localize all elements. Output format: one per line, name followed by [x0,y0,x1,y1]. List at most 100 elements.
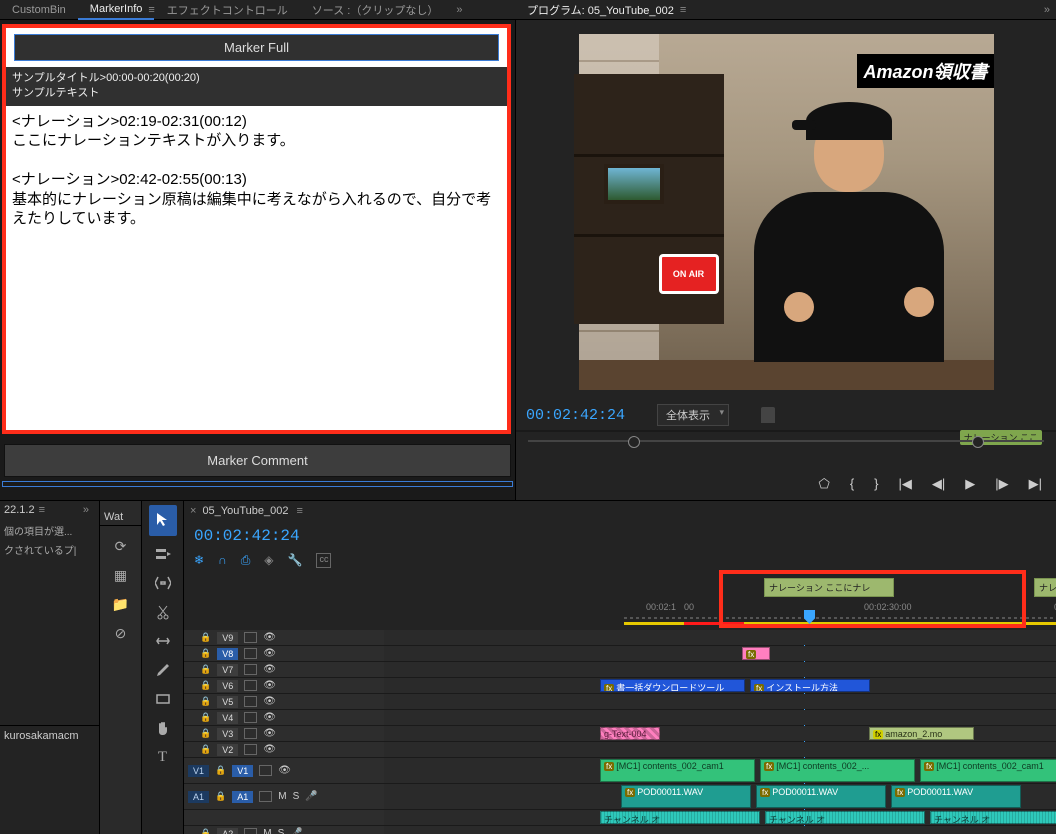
source-patch[interactable]: A1 [188,791,209,803]
lock-icon[interactable]: 🔒 [200,728,211,739]
clip[interactable]: fxPOD00011.WAV [621,785,751,808]
track-label[interactable]: V5 [217,696,238,708]
clip[interactable]: fx[MC1] contents_002_... [760,759,915,782]
clip[interactable]: fxamazon_2.mo [869,727,974,740]
track-label[interactable]: V8 [217,648,238,660]
clip[interactable]: fxPOD00011.WAV [891,785,1021,808]
transport-step-fwd-icon[interactable]: |▶ [995,476,1008,492]
lock-icon[interactable]: 🔒 [200,696,211,707]
marker-full-button[interactable]: Marker Full [14,34,499,61]
clip[interactable]: fxインストール方法 [750,679,870,692]
track-label[interactable]: A1 [232,791,253,803]
refresh-icon[interactable]: ⟳ [115,538,127,555]
tab-effect-control[interactable]: エフェクトコントロール [155,0,300,21]
clip[interactable]: fx[MC1] contents_002_cam1 [600,759,755,782]
track-label[interactable]: V1 [232,765,253,777]
track-toggle[interactable] [244,648,257,659]
timeline-tracks[interactable]: 🔒V9👁🔒V8👁fx🔒V7👁🔒V6👁fx書一括ダウンロードツールfxインストール… [184,630,1056,834]
tab-custombin[interactable]: CustomBin [0,1,78,19]
hand-tool-icon[interactable] [155,720,171,739]
wat-tab[interactable]: Wat [100,509,141,526]
safe-margins-icon[interactable] [761,407,775,423]
type-tool-icon[interactable]: T [158,749,167,766]
slip-tool-icon[interactable] [155,633,171,652]
solo-icon[interactable]: S [278,828,285,834]
transport-in-icon[interactable]: { [850,476,854,492]
program-menu-icon[interactable]: ≡ [680,4,686,16]
track-toggle[interactable] [244,744,257,755]
lock-icon[interactable]: 🔒 [200,712,211,723]
track-toggle[interactable] [244,728,257,739]
clip[interactable]: g-Text-004 [600,727,660,740]
clip[interactable]: チャンネル オ [600,811,760,824]
eye-icon[interactable]: 👁 [263,712,276,723]
program-tab[interactable]: プログラム: 05_YouTube_002 [515,0,686,21]
track-toggle[interactable] [244,680,257,691]
solo-icon[interactable]: S [293,791,300,802]
program-overflow-icon[interactable]: » [1038,4,1056,16]
marker-comment-button[interactable]: Marker Comment [4,444,511,477]
transport-add-marker-icon[interactable]: ⬠ [819,476,830,492]
snap-icon[interactable]: ❄ [194,553,204,568]
eye-icon[interactable]: 👁 [263,664,276,675]
track-label[interactable]: V3 [217,728,238,740]
sequence-timecode[interactable]: 00:02:42:24 [184,527,310,545]
track-label[interactable]: A2 [217,828,238,834]
track-toggle[interactable] [244,712,257,723]
lock-icon[interactable]: 🔒 [200,680,211,691]
track-toggle[interactable] [259,791,272,802]
ripple-edit-tool-icon[interactable] [155,575,171,594]
mute-icon[interactable]: M [278,791,286,802]
linked-selection-icon[interactable]: ⎙ [241,553,251,568]
wrench-icon[interactable]: 🔧 [288,553,303,568]
eye-icon[interactable]: 👁 [263,632,276,643]
disable-icon[interactable]: ⊘ [115,625,127,642]
magnet-icon[interactable]: ∩ [218,553,227,568]
tab-markerinfo[interactable]: MarkerInfo [78,0,155,20]
track-label[interactable]: V4 [217,712,238,724]
sequence-name[interactable]: 05_YouTube_002 [202,505,288,517]
rectangle-tool-icon[interactable] [155,691,171,710]
lock-icon[interactable]: 🔒 [215,765,226,776]
track-label[interactable]: V6 [217,680,238,692]
lock-icon[interactable]: 🔒 [200,648,211,659]
clip[interactable]: fx [742,647,770,660]
eye-icon[interactable]: 👁 [263,648,276,659]
marker-tool-icon[interactable]: ◈ [264,553,273,568]
project-tab[interactable]: 22.1.2 [4,504,35,516]
clip[interactable]: チャンネル オ [765,811,925,824]
eye-icon[interactable]: 👁 [263,728,276,739]
lock-icon[interactable]: 🔒 [200,632,211,643]
track-label[interactable]: V2 [217,744,238,756]
mute-icon[interactable]: M [263,828,271,834]
track-toggle[interactable] [244,828,257,834]
source-patch[interactable]: V1 [188,765,209,777]
voiceover-icon[interactable]: 🎤 [305,791,317,802]
clip[interactable]: チャンネル オ [930,811,1056,824]
clip[interactable]: fxPOD00011.WAV [756,785,886,808]
transport-goto-out-icon[interactable]: ▶| [1029,476,1042,492]
track-toggle[interactable] [244,664,257,675]
lock-icon[interactable]: 🔒 [215,791,226,802]
project-overflow-icon[interactable]: » [77,504,95,516]
ruler-marker[interactable]: ナレーション 基本的にナレ [1034,578,1056,597]
voiceover-icon[interactable]: 🎤 [290,828,302,834]
track-toggle[interactable] [244,632,257,643]
selection-tool-icon[interactable] [149,505,177,536]
transport-step-back-icon[interactable]: ◀| [932,476,945,492]
lock-icon[interactable]: 🔒 [200,828,211,834]
sequence-menu-icon[interactable]: ≡ [297,505,303,517]
lock-icon[interactable]: 🔒 [200,744,211,755]
view-mode-dropdown[interactable]: 全体表示 [657,404,729,426]
razor-tool-icon[interactable] [155,604,171,623]
transport-out-icon[interactable]: } [874,476,878,492]
track-toggle[interactable] [259,765,272,776]
lock-icon[interactable]: 🔒 [200,664,211,675]
eye-icon[interactable]: 👁 [263,744,276,755]
folder-icon[interactable]: 📁 [112,596,129,613]
track-label[interactable]: V9 [217,632,238,644]
marker-body-text[interactable]: <ナレーション>02:19-02:31(00:12) ここにナレーションテキスト… [6,106,507,430]
tabs-overflow-icon[interactable]: » [450,4,468,16]
pen-tool-icon[interactable] [155,662,171,681]
eye-icon[interactable]: 👁 [263,680,276,691]
